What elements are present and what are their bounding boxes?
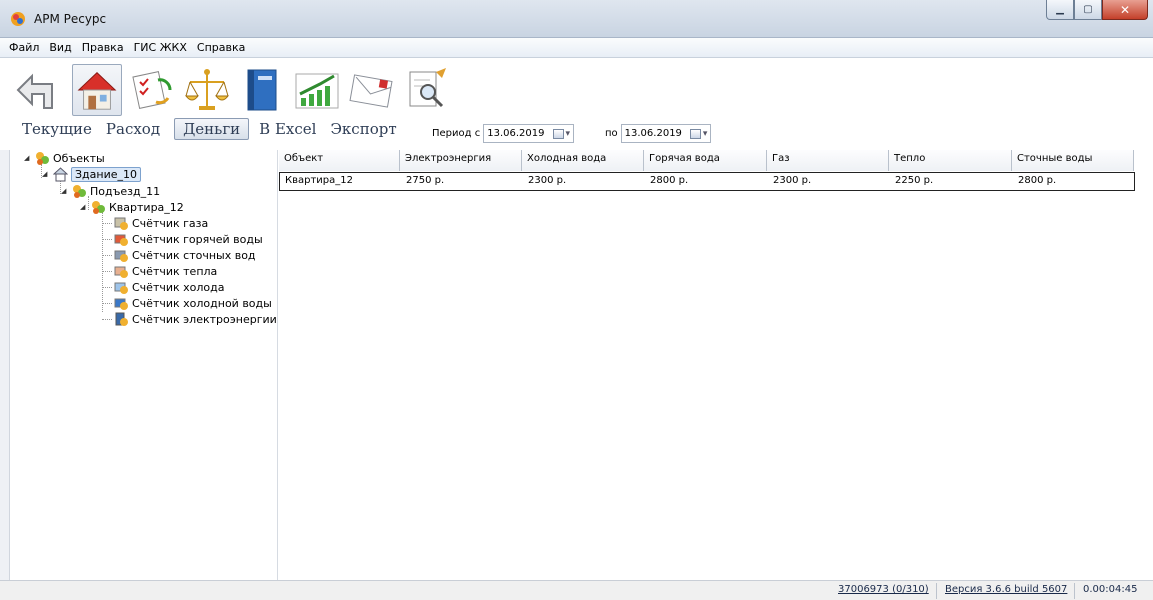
gas-meter-icon — [114, 217, 128, 230]
window-controls: ▁ ▢ ✕ — [1046, 0, 1148, 20]
status-counter[interactable]: 37006973 (0/310) — [838, 584, 929, 595]
menu-edit[interactable]: Правка — [77, 41, 129, 54]
cell-heat[interactable]: 2250 р. — [890, 173, 1013, 190]
tree-node-meter-sewage[interactable]: Счётчик сточных вод — [114, 247, 256, 263]
menu-file[interactable]: Файл — [4, 41, 44, 54]
cold-meter-icon — [114, 282, 128, 294]
hot-water-meter-icon — [114, 234, 128, 246]
maximize-button[interactable]: ▢ — [1074, 0, 1102, 20]
minimize-button[interactable]: ▁ — [1046, 0, 1074, 20]
window-title: АРМ Ресурс — [34, 12, 107, 26]
view-mode-buttons: Текущие Расход Деньги В Excel Экспорт — [22, 118, 411, 140]
cell-cold-water[interactable]: 2300 р. — [523, 173, 645, 190]
tree-node-entrance[interactable]: ◢ Подъезд_11 — [61, 183, 160, 199]
book-icon[interactable] — [236, 64, 286, 116]
tree-node-meter-heat[interactable]: Счётчик тепла — [114, 263, 217, 279]
cell-gas[interactable]: 2300 р. — [768, 173, 890, 190]
tree-node-objects[interactable]: ◢ Объекты — [24, 150, 105, 166]
cell-object[interactable]: Квартира_12 — [280, 173, 401, 190]
object-tree: ◢ Объекты ◢ Здание_10 ◢ Подъезд_11 ◢ Ква… — [10, 150, 278, 580]
back-arrow-icon[interactable] — [12, 64, 62, 116]
table-row[interactable]: Квартира_12 2750 р. 2300 р. 2800 р. 2300… — [279, 172, 1135, 191]
column-header-hot-water[interactable]: Горячая вода — [644, 150, 767, 171]
house-icon — [53, 166, 68, 181]
period-to-date-picker[interactable]: 13.06.2019 ▾ — [620, 124, 712, 143]
heat-meter-icon — [114, 266, 128, 278]
status-version[interactable]: Версия 3.6.6 build 5607 — [945, 584, 1067, 595]
title-bar: АРМ Ресурс ▁ ▢ ✕ — [0, 0, 1153, 38]
menu-bar: Файл Вид Правка ГИС ЖКХ Справка — [0, 38, 1153, 58]
collapse-arrow-icon[interactable]: ◢ — [80, 203, 89, 211]
tree-node-meter-gas[interactable]: Счётчик газа — [114, 215, 208, 231]
export-button[interactable]: Экспорт — [330, 120, 396, 138]
cell-electricity[interactable]: 2750 р. — [401, 173, 523, 190]
menu-gis-zhkh[interactable]: ГИС ЖКХ — [129, 41, 192, 54]
tab-current[interactable]: Текущие — [22, 120, 92, 138]
period-to-label: по — [605, 128, 618, 139]
column-header-sewage[interactable]: Сточные воды — [1012, 150, 1134, 171]
tree-node-meter-hot-water[interactable]: Счётчик горячей воды — [114, 231, 263, 247]
chart-growth-icon[interactable] — [292, 64, 342, 116]
calendar-dropdown-icon[interactable]: ▾ — [689, 128, 707, 139]
tab-money[interactable]: Деньги — [174, 118, 250, 140]
period-from-value[interactable]: 13.06.2019 — [487, 128, 544, 139]
period-from-label: Период с — [432, 128, 481, 139]
sewage-meter-icon — [114, 250, 128, 262]
calendar-dropdown-icon[interactable]: ▾ — [552, 128, 570, 139]
column-header-gas[interactable]: Газ — [767, 150, 889, 171]
column-header-object[interactable]: Объект — [279, 150, 400, 171]
close-button[interactable]: ✕ — [1102, 0, 1148, 20]
status-bar: 37006973 (0/310) Версия 3.6.6 build 5607… — [0, 580, 1153, 600]
document-magnifier-icon[interactable] — [402, 64, 452, 116]
menu-view[interactable]: Вид — [44, 41, 76, 54]
app-logo-icon — [11, 12, 25, 26]
column-header-cold-water[interactable]: Холодная вода — [522, 150, 644, 171]
left-splitter[interactable] — [0, 150, 10, 600]
toolbar: Текущие Расход Деньги В Excel Экспорт Пе… — [0, 58, 1153, 150]
objects-group-icon — [36, 151, 49, 165]
cell-sewage[interactable]: 2800 р. — [1013, 173, 1134, 190]
scales-icon[interactable] — [182, 64, 232, 116]
status-elapsed-time: 0.00:04:45 — [1083, 584, 1138, 595]
tree-node-meter-cold[interactable]: Счётчик холода — [114, 279, 225, 295]
column-header-electricity[interactable]: Электроэнергия — [400, 150, 522, 171]
collapse-arrow-icon[interactable]: ◢ — [24, 154, 33, 162]
envelope-icon[interactable] — [346, 64, 396, 116]
apartment-group-icon — [92, 200, 105, 214]
collapse-arrow-icon[interactable]: ◢ — [42, 170, 51, 178]
tree-node-apartment[interactable]: ◢ Квартира_12 — [80, 199, 184, 215]
electricity-meter-icon — [115, 312, 128, 326]
cold-water-meter-icon — [114, 298, 128, 310]
tab-consumption[interactable]: Расход — [106, 120, 160, 138]
period-to: по 13.06.2019 ▾ — [605, 124, 712, 143]
table-header: Объект Электроэнергия Холодная вода Горя… — [279, 150, 1134, 171]
cell-hot-water[interactable]: 2800 р. — [645, 173, 768, 190]
period-from-date-picker[interactable]: 13.06.2019 ▾ — [483, 124, 575, 143]
tree-node-meter-cold-water[interactable]: Счётчик холодной воды — [114, 295, 272, 311]
period-from: Период с 13.06.2019 ▾ — [432, 124, 575, 143]
cost-table: Объект Электроэнергия Холодная вода Горя… — [279, 150, 1153, 580]
tree-node-building[interactable]: ◢ Здание_10 — [42, 166, 142, 182]
period-to-value[interactable]: 13.06.2019 — [625, 128, 682, 139]
house-meter-icon[interactable] — [72, 64, 122, 116]
entrance-group-icon — [73, 184, 86, 198]
tree-node-meter-electricity[interactable]: Счётчик электроэнергии — [114, 311, 277, 327]
menu-help[interactable]: Справка — [192, 41, 250, 54]
column-header-heat[interactable]: Тепло — [889, 150, 1012, 171]
collapse-arrow-icon[interactable]: ◢ — [61, 187, 70, 195]
checklist-exchange-icon[interactable] — [128, 64, 178, 116]
export-excel-button[interactable]: В Excel — [259, 120, 316, 138]
